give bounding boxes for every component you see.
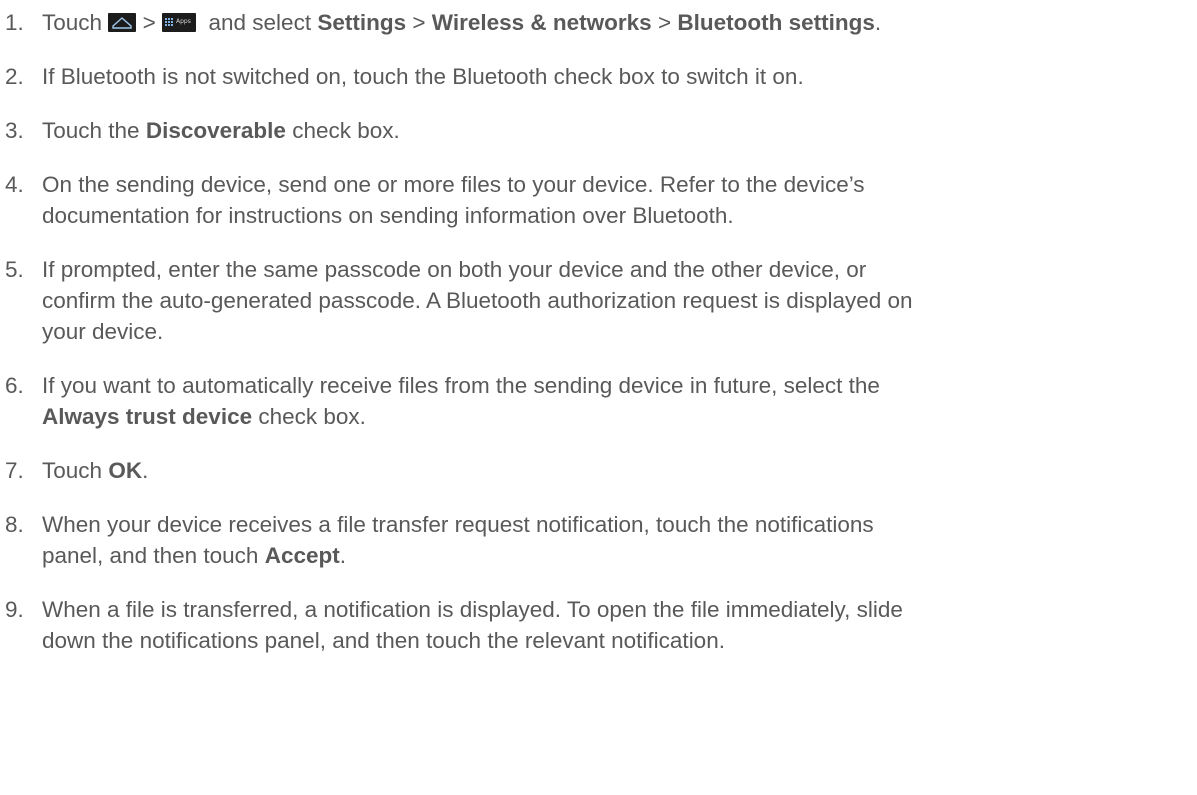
step-number: 1. bbox=[5, 10, 24, 35]
step-number: 8. bbox=[5, 512, 24, 537]
home-icon bbox=[108, 13, 137, 32]
step-text: On the sending device, send one or more … bbox=[42, 172, 865, 228]
step-text: Touch the Discoverable check box. bbox=[42, 118, 400, 143]
step-text: If prompted, enter the same passcode on … bbox=[42, 257, 913, 344]
step-number: 4. bbox=[5, 172, 24, 197]
step-number: 5. bbox=[5, 257, 24, 282]
step-text: When a file is transferred, a notificati… bbox=[42, 597, 903, 653]
step-text: When your device receives a file transfe… bbox=[42, 512, 874, 568]
step-number: 2. bbox=[5, 64, 24, 89]
step-text: If you want to automatically receive fil… bbox=[42, 373, 880, 429]
step-number: 7. bbox=[5, 458, 24, 483]
step-text: Touch > Apps and select Settings > Wirel… bbox=[42, 10, 882, 35]
step-number: 9. bbox=[5, 597, 24, 622]
step-number: 6. bbox=[5, 373, 24, 398]
step-number: 3. bbox=[5, 118, 24, 143]
step-text: Touch OK. bbox=[42, 458, 149, 483]
apps-icon: Apps bbox=[161, 13, 196, 32]
step-text: If Bluetooth is not switched on, touch t… bbox=[42, 64, 804, 89]
